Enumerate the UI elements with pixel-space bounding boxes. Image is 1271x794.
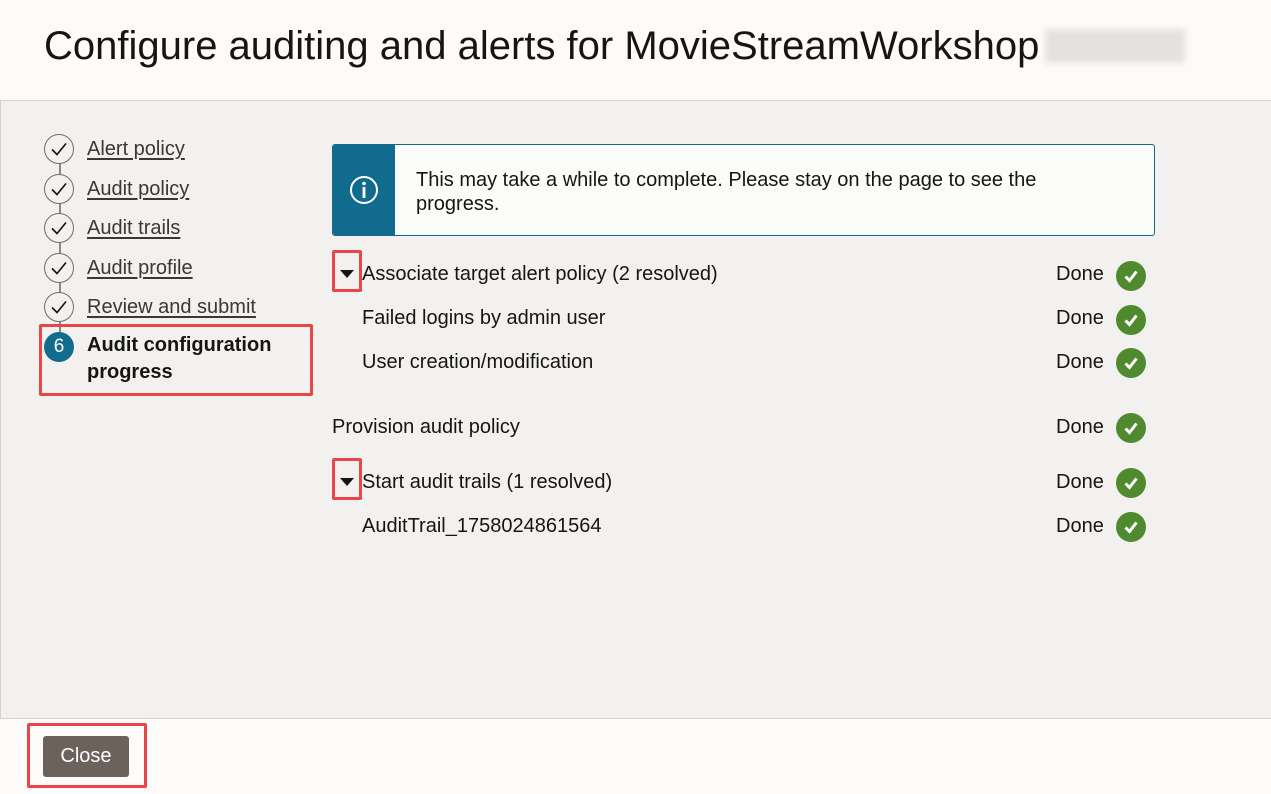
dialog-header: Configure auditing and alerts for MovieS… (0, 0, 1271, 101)
step-connector (59, 164, 61, 174)
step-link-audit-trails[interactable]: Audit trails (87, 217, 180, 240)
dialog-footer (0, 718, 1271, 794)
status-text: Done (1056, 470, 1104, 493)
checkmark-icon (44, 292, 74, 322)
highlight-box (332, 458, 362, 500)
alert-group-label: Associate target alert policy (2 resolve… (362, 262, 718, 285)
highlight-box (39, 324, 313, 396)
step-audit-policy[interactable]: Audit policy (44, 174, 189, 204)
success-check-icon (1116, 468, 1146, 498)
checkmark-icon (44, 253, 74, 283)
step-connector (59, 243, 61, 253)
step-audit-trails[interactable]: Audit trails (44, 213, 180, 243)
redacted-suffix (1045, 29, 1186, 63)
dialog-title: Configure auditing and alerts for MovieS… (44, 24, 1186, 69)
highlight-box (332, 250, 362, 292)
checkmark-icon (44, 134, 74, 164)
left-border (0, 101, 1, 718)
step-link-alert-policy[interactable]: Alert policy (87, 138, 185, 161)
success-check-icon (1116, 348, 1146, 378)
highlight-box (27, 723, 147, 788)
step-link-review-and-submit[interactable]: Review and submit (87, 296, 256, 319)
success-check-icon (1116, 261, 1146, 291)
success-check-icon (1116, 305, 1146, 335)
status-text: Done (1056, 514, 1104, 537)
step-link-audit-policy[interactable]: Audit policy (87, 178, 189, 201)
provision-label: Provision audit policy (332, 415, 520, 438)
status-text: Done (1056, 306, 1104, 329)
trails-group-label: Start audit trails (1 resolved) (362, 470, 613, 493)
status-text: Done (1056, 262, 1104, 285)
info-banner: This may take a while to complete. Pleas… (332, 144, 1155, 236)
checkmark-icon (44, 174, 74, 204)
trail-item-label: AuditTrail_1758024861564 (362, 514, 602, 537)
info-icon (333, 145, 395, 235)
success-check-icon (1116, 413, 1146, 443)
step-link-audit-profile[interactable]: Audit profile (87, 257, 193, 280)
status-text: Done (1056, 415, 1104, 438)
step-audit-profile[interactable]: Audit profile (44, 253, 193, 283)
alert-item-label: User creation/modification (362, 350, 594, 373)
success-check-icon (1116, 512, 1146, 542)
status-text: Done (1056, 350, 1104, 373)
step-review-and-submit[interactable]: Review and submit (44, 292, 256, 322)
step-alert-policy[interactable]: Alert policy (44, 134, 185, 164)
alert-item-label: Failed logins by admin user (362, 306, 606, 329)
checkmark-icon (44, 213, 74, 243)
info-message: This may take a while to complete. Pleas… (416, 169, 1037, 215)
